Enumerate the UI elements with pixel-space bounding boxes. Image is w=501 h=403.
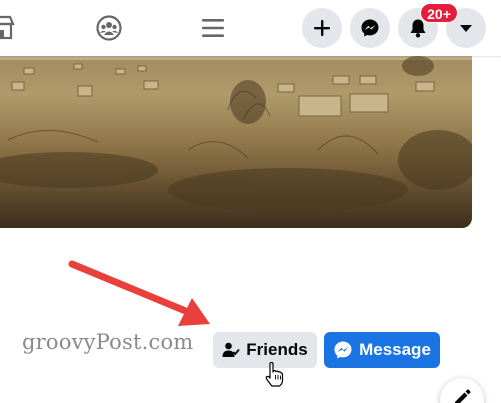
message-button-label: Message xyxy=(359,340,431,359)
friends-button-label: Friends xyxy=(246,340,308,359)
plus-icon xyxy=(314,20,330,36)
notification-count-badge: 20+ xyxy=(420,3,458,23)
marketplace-icon[interactable] xyxy=(0,0,16,56)
compose-message-button[interactable] xyxy=(440,378,484,403)
watermark-text: groovyPost.com xyxy=(22,330,194,354)
messenger-icon xyxy=(333,340,353,360)
messenger-button[interactable] xyxy=(350,8,390,48)
groups-icon[interactable] xyxy=(94,0,124,56)
hand-cursor-icon xyxy=(265,362,284,387)
edit-pencil-icon xyxy=(455,389,471,403)
messenger-icon xyxy=(361,19,379,37)
cover-photo[interactable] xyxy=(0,50,472,228)
create-button[interactable] xyxy=(302,8,342,48)
menu-icon[interactable] xyxy=(199,0,227,56)
annotation-arrow xyxy=(68,260,210,326)
friends-check-icon xyxy=(222,342,240,358)
caret-down-icon xyxy=(460,25,472,32)
message-button[interactable]: Message xyxy=(324,332,440,368)
